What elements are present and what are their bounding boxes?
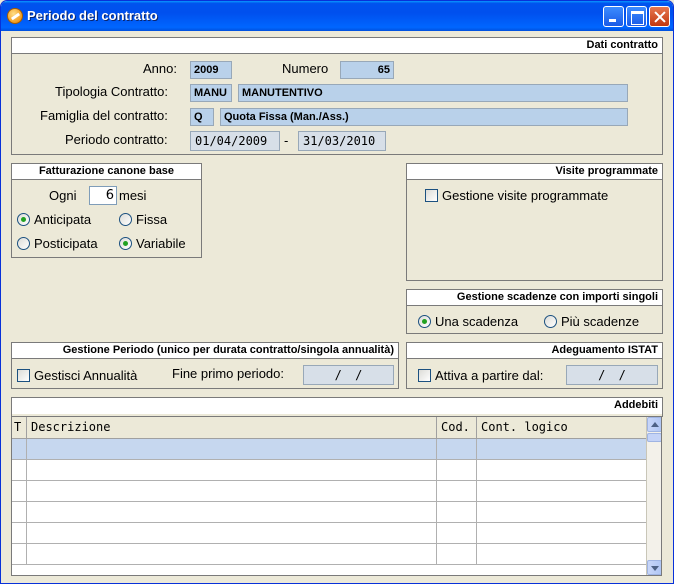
table-row[interactable]: [12, 502, 646, 523]
anticipata-label[interactable]: Anticipata: [34, 212, 91, 227]
table-cell[interactable]: [27, 523, 437, 544]
radio-piu-scadenze[interactable]: [544, 315, 557, 328]
scroll-up-button[interactable]: [647, 417, 661, 432]
table-cell[interactable]: [27, 544, 437, 565]
close-button[interactable]: [649, 6, 670, 27]
table-cell[interactable]: [477, 460, 646, 481]
gestione-periodo-header: Gestione Periodo (unico per durata contr…: [12, 343, 398, 359]
scadenze-panel: Gestione scadenze con importi singoli Un…: [406, 289, 663, 334]
numero-value: 65: [340, 61, 394, 79]
radio-anticipata[interactable]: [17, 213, 30, 226]
scroll-thumb[interactable]: [647, 433, 661, 442]
col-header-cont-logico[interactable]: Cont. logico: [477, 417, 646, 439]
table-row[interactable]: [12, 544, 646, 565]
istat-header: Adeguamento ISTAT: [407, 343, 662, 359]
table-row[interactable]: [12, 523, 646, 544]
anno-value: 2009: [190, 61, 232, 79]
table-row[interactable]: [12, 460, 646, 481]
visite-header: Visite programmate: [407, 164, 662, 180]
table-cell[interactable]: [12, 523, 27, 544]
gestisci-annualita-checkbox[interactable]: [17, 369, 30, 382]
dati-contratto-panel: Dati contratto Anno: 2009 Numero 65 Tipo…: [11, 37, 663, 155]
table-cell[interactable]: [27, 502, 437, 523]
addebiti-grid[interactable]: T Descrizione Cod. Cont. logico: [11, 416, 662, 576]
fatturazione-header: Fatturazione canone base: [12, 164, 201, 180]
dati-contratto-header: Dati contratto: [12, 38, 662, 54]
radio-una-scadenza[interactable]: [418, 315, 431, 328]
gestione-visite-label[interactable]: Gestione visite programmate: [442, 188, 608, 203]
periodo-to-field[interactable]: 31/03/2010: [298, 131, 386, 151]
table-cell[interactable]: [27, 481, 437, 502]
piu-scadenze-label[interactable]: Più scadenze: [561, 314, 639, 329]
mesi-label: mesi: [119, 188, 147, 203]
tipologia-code: MANU: [190, 84, 232, 102]
table-cell[interactable]: [437, 502, 477, 523]
col-header-descrizione[interactable]: Descrizione: [27, 417, 437, 439]
istat-panel: Adeguamento ISTAT Attiva a partire dal: …: [406, 342, 663, 389]
radio-posticipata[interactable]: [17, 237, 30, 250]
variabile-label[interactable]: Variabile: [136, 236, 186, 251]
radio-fissa[interactable]: [119, 213, 132, 226]
ogni-input[interactable]: 6: [89, 186, 117, 205]
table-cell[interactable]: [437, 460, 477, 481]
table-cell[interactable]: [27, 439, 437, 460]
fine-primo-periodo-field[interactable]: / /: [303, 365, 394, 385]
table-cell[interactable]: [437, 481, 477, 502]
title-bar[interactable]: Periodo del contratto: [1, 1, 673, 31]
table-cell[interactable]: [477, 523, 646, 544]
visite-panel: Visite programmate Gestione visite progr…: [406, 163, 663, 281]
addebiti-panel: Addebiti: [11, 397, 663, 417]
scadenze-header: Gestione scadenze con importi singoli: [407, 290, 662, 306]
contract-period-window: Periodo del contratto Dati contratto Ann…: [0, 0, 674, 584]
anno-label: Anno:: [143, 61, 177, 76]
app-icon: [7, 8, 23, 24]
tipologia-label: Tipologia Contratto:: [55, 84, 168, 99]
numero-label: Numero: [282, 61, 329, 76]
table-row[interactable]: [12, 439, 646, 460]
table-cell[interactable]: [27, 460, 437, 481]
famiglia-label: Famiglia del contratto:: [40, 108, 168, 123]
table-cell[interactable]: [477, 481, 646, 502]
attiva-istat-checkbox[interactable]: [418, 369, 431, 382]
fissa-label[interactable]: Fissa: [136, 212, 167, 227]
table-cell[interactable]: [12, 439, 27, 460]
gestione-visite-checkbox[interactable]: [425, 189, 438, 202]
fatturazione-panel: Fatturazione canone base Ogni 6 mesi Ant…: [11, 163, 202, 258]
fine-primo-periodo-label: Fine primo periodo:: [172, 366, 284, 381]
table-cell[interactable]: [477, 544, 646, 565]
periodo-from-field[interactable]: 01/04/2009: [190, 131, 280, 151]
posticipata-label[interactable]: Posticipata: [34, 236, 98, 251]
table-cell[interactable]: [12, 481, 27, 502]
grid-vertical-scrollbar[interactable]: [646, 417, 661, 575]
ogni-label: Ogni: [49, 188, 77, 203]
maximize-button[interactable]: [626, 6, 647, 27]
scroll-down-button[interactable]: [647, 560, 661, 575]
periodo-separator: -: [284, 133, 289, 148]
table-cell[interactable]: [437, 523, 477, 544]
gestisci-annualita-label[interactable]: Gestisci Annualità: [34, 368, 137, 383]
window-title: Periodo del contratto: [27, 8, 158, 23]
table-row[interactable]: [12, 481, 646, 502]
grid-header: T Descrizione Cod. Cont. logico: [12, 417, 646, 439]
col-header-cod[interactable]: Cod.: [437, 417, 477, 439]
tipologia-desc: MANUTENTIVO: [238, 84, 628, 102]
table-cell[interactable]: [12, 502, 27, 523]
table-cell[interactable]: [437, 439, 477, 460]
attiva-istat-label[interactable]: Attiva a partire dal:: [435, 368, 543, 383]
table-cell[interactable]: [12, 544, 27, 565]
table-cell[interactable]: [477, 439, 646, 460]
table-cell[interactable]: [437, 544, 477, 565]
famiglia-desc: Quota Fissa (Man./Ass.): [220, 108, 628, 126]
col-header-t[interactable]: T: [12, 417, 27, 439]
table-cell[interactable]: [12, 460, 27, 481]
radio-variabile[interactable]: [119, 237, 132, 250]
minimize-button[interactable]: [603, 6, 624, 27]
addebiti-header: Addebiti: [12, 398, 662, 414]
table-cell[interactable]: [477, 502, 646, 523]
una-scadenza-label[interactable]: Una scadenza: [435, 314, 518, 329]
periodo-label: Periodo contratto:: [65, 132, 168, 147]
attiva-istat-field[interactable]: / /: [566, 365, 658, 385]
gestione-periodo-panel: Gestione Periodo (unico per durata contr…: [11, 342, 399, 389]
famiglia-code: Q: [190, 108, 214, 126]
